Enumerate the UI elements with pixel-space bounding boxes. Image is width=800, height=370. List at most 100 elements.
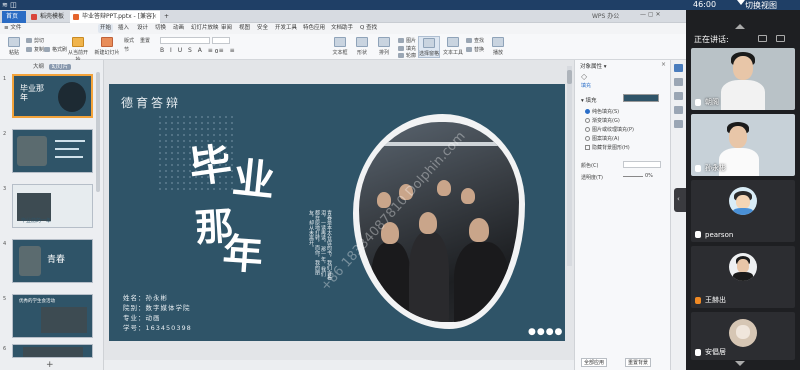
menu-slideshow[interactable]: 幻灯片放映 bbox=[191, 24, 219, 33]
slide-thumbnail-4[interactable]: 青春 bbox=[12, 239, 93, 283]
select-pane-button[interactable]: 选择窗格 bbox=[418, 36, 440, 58]
window-controls[interactable]: — ▢ ✕ bbox=[640, 11, 661, 18]
slide-thumbnail-2[interactable] bbox=[12, 129, 93, 173]
cut-button[interactable]: 剪切 bbox=[26, 37, 44, 44]
pattern-fill-option[interactable]: 图案填充(A) bbox=[585, 135, 619, 142]
menu-file[interactable]: ≡ 文件 bbox=[4, 24, 21, 33]
speaker-view-icon[interactable] bbox=[776, 35, 785, 42]
fill-tab-icon[interactable]: ◇ bbox=[581, 72, 587, 81]
student-id[interactable]: 学号：163450398 bbox=[123, 322, 192, 332]
find-button[interactable]: 查找 bbox=[466, 37, 484, 44]
backup-icon[interactable] bbox=[674, 120, 683, 128]
play-from-current-button[interactable]: 从当前开始 bbox=[66, 36, 90, 63]
gradient-fill-option[interactable]: 渐变填充(G) bbox=[585, 117, 620, 124]
transparency-slider[interactable]: 0% bbox=[623, 173, 661, 180]
text-format-row[interactable]: B I U S A ≡ ≡ ≡ bbox=[160, 47, 237, 54]
menu-review[interactable]: 审阅 bbox=[221, 24, 232, 33]
grid-view-icon[interactable] bbox=[758, 35, 767, 42]
fill-button[interactable]: 填充 bbox=[398, 45, 416, 52]
reset-background-button[interactable]: 重置背景 bbox=[625, 358, 652, 367]
font-size-select[interactable]: 0 bbox=[212, 37, 230, 55]
option-label: 图片或纹理填充(P) bbox=[592, 127, 634, 133]
new-tab-button[interactable]: + bbox=[162, 11, 172, 23]
tab-outline[interactable]: 大纲 bbox=[30, 64, 47, 70]
slide-canvas[interactable]: 德育答辩 毕 业 那 年 青春是本太仓促的书，我们含着泪，一读再读。 那一年，我… bbox=[109, 84, 565, 341]
title-char-4[interactable]: 年 bbox=[221, 221, 265, 282]
copy-button[interactable]: 复制 bbox=[26, 46, 44, 53]
participant-tile[interactable]: pearson bbox=[691, 180, 795, 242]
style-icon[interactable] bbox=[674, 78, 683, 86]
editor-scrollbar[interactable] bbox=[567, 66, 572, 266]
title-char-2[interactable]: 业 bbox=[230, 144, 278, 209]
layers-icon[interactable] bbox=[674, 106, 683, 114]
slide-thumbnail-1[interactable]: 毕业那年 bbox=[12, 74, 93, 118]
menu-special[interactable]: 特色应用 bbox=[303, 24, 325, 33]
section-button[interactable]: 节 bbox=[124, 46, 129, 53]
poem-text[interactable]: 青春是本太仓促的书，我们含着泪，一读再读。 那一年，我们都在原地打转，而你，我的… bbox=[262, 210, 332, 280]
menu-insert[interactable]: 插入 bbox=[118, 24, 129, 33]
title-char-1[interactable]: 毕 bbox=[185, 129, 235, 195]
add-slide-button[interactable]: + bbox=[46, 360, 54, 370]
close-tab-icon[interactable]: × bbox=[152, 11, 157, 23]
participant-tile[interactable]: 王赫出 bbox=[691, 246, 795, 308]
participant-tile[interactable]: 孙永彬 bbox=[691, 114, 795, 176]
layout-button[interactable]: 版式 bbox=[124, 37, 134, 44]
menu-search[interactable]: Q 查找 bbox=[360, 24, 377, 33]
menu-transition[interactable]: 切换 bbox=[155, 24, 166, 33]
arrange-button[interactable]: 排列 bbox=[374, 36, 394, 58]
radio-icon bbox=[585, 127, 590, 132]
menu-design[interactable]: 设计 bbox=[137, 24, 148, 33]
hide-background-option[interactable]: 隐藏背景图形(H) bbox=[585, 144, 630, 151]
apply-all-button[interactable]: 全部应用 bbox=[581, 358, 608, 367]
wps-account-label[interactable]: WPS 办公 bbox=[592, 11, 619, 20]
radio-selected-icon bbox=[585, 109, 590, 114]
menu-developer[interactable]: 开发工具 bbox=[275, 24, 297, 33]
play-button[interactable]: 播放 bbox=[488, 36, 508, 58]
close-icon[interactable]: × bbox=[661, 61, 666, 68]
menu-view[interactable]: 视图 bbox=[239, 24, 250, 33]
format-painter-button[interactable]: 格式刷 bbox=[44, 46, 67, 53]
slide-thumbnail-6[interactable] bbox=[12, 344, 93, 358]
menu-security[interactable]: 安全 bbox=[257, 24, 268, 33]
student-major[interactable]: 专业：动画 bbox=[123, 312, 161, 322]
fill-color-swatch[interactable] bbox=[623, 94, 659, 102]
paste-button[interactable]: 粘贴 bbox=[4, 36, 24, 58]
tab-home[interactable]: 首页 bbox=[2, 11, 26, 23]
fill-section-header[interactable]: ▾ 填充 bbox=[581, 96, 597, 104]
replace-button[interactable]: 替换 bbox=[466, 46, 484, 53]
reset-button[interactable]: 重置 bbox=[140, 37, 150, 44]
slide-thumbnail-3[interactable]: 毕业前的一年 bbox=[12, 184, 93, 228]
meeting-collapse-tab[interactable]: ‹ bbox=[674, 188, 686, 212]
fill-tab-label[interactable]: 填充 bbox=[581, 82, 591, 89]
scroll-up-icon[interactable] bbox=[735, 24, 745, 29]
menu-home[interactable]: 开始 bbox=[98, 24, 114, 33]
menu-animation[interactable]: 动画 bbox=[173, 24, 184, 33]
panel-title[interactable]: 对象属性 ▾ bbox=[580, 62, 607, 70]
tab-slides[interactable]: 幻灯片 bbox=[48, 64, 72, 70]
new-slide-button[interactable]: 新建幻灯片 bbox=[94, 36, 120, 58]
textbox-button[interactable]: 文本框 bbox=[330, 36, 350, 58]
animation-icon[interactable] bbox=[674, 92, 683, 100]
slide-thumbnail-5[interactable]: 优秀的学生会活动 bbox=[12, 294, 93, 338]
color-select[interactable] bbox=[623, 161, 661, 168]
thumbnail-scrollbar[interactable] bbox=[96, 72, 100, 192]
student-name[interactable]: 姓名：孙永彬 bbox=[123, 292, 168, 302]
outline-button[interactable]: 轮廓 bbox=[398, 52, 416, 59]
scroll-down-icon[interactable] bbox=[735, 361, 745, 366]
picture-button[interactable]: 图片 bbox=[398, 37, 416, 44]
tab-templates[interactable]: 稻壳模板 bbox=[28, 11, 68, 23]
properties-icon[interactable] bbox=[674, 64, 683, 72]
menu-doc-assistant[interactable]: 文档助手 bbox=[331, 24, 353, 33]
font-family-select[interactable] bbox=[160, 37, 210, 44]
participant-tile[interactable]: 安倡居 bbox=[691, 312, 795, 360]
picture-fill-option[interactable]: 图片或纹理填充(P) bbox=[585, 126, 634, 133]
participant-tile[interactable]: 朝阁 bbox=[691, 48, 795, 110]
tab-current-file[interactable]: 毕业答辩PPT.pptx - [兼容] × bbox=[70, 11, 160, 23]
slide-category[interactable]: 德育答辩 bbox=[121, 94, 181, 111]
shape-button[interactable]: 形状 bbox=[352, 36, 372, 58]
scrollbar-thumb[interactable] bbox=[567, 70, 572, 84]
text-tools-button[interactable]: 文本工具 bbox=[442, 36, 464, 58]
dropdown-arrow-icon[interactable] bbox=[737, 0, 745, 5]
student-college[interactable]: 院别：数字媒体学院 bbox=[123, 302, 191, 312]
solid-fill-option[interactable]: 纯色填充(S) bbox=[585, 108, 619, 115]
